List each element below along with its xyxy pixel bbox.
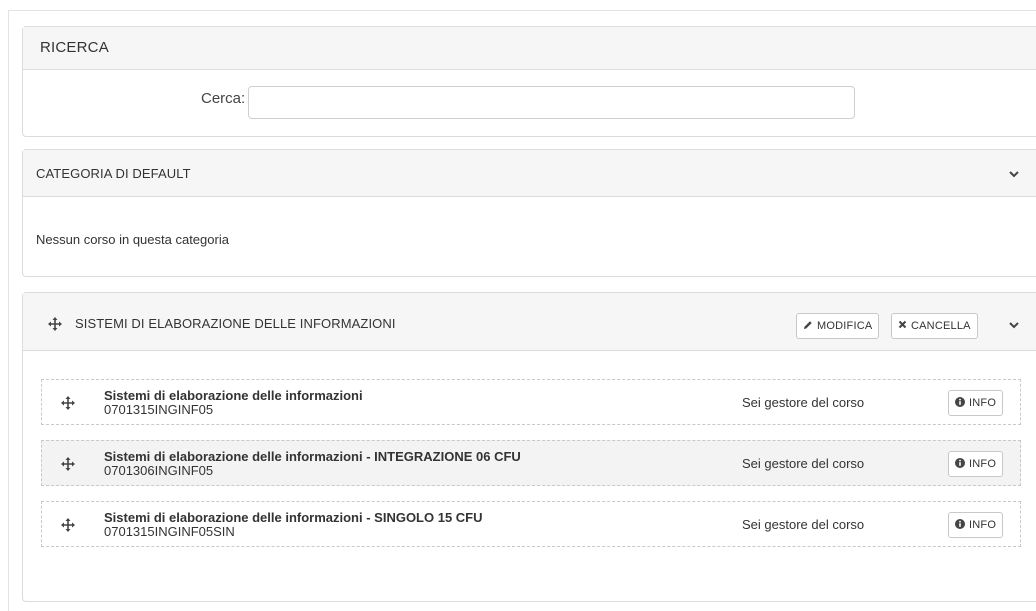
course-row[interactable]: Sistemi di elaborazione delle informazio…	[41, 379, 1021, 425]
course-name[interactable]: Sistemi di elaborazione delle informazio…	[104, 449, 521, 464]
default-category-title: CATEGORIA DI DEFAULT	[36, 166, 191, 181]
empty-category-text: Nessun corso in questa categoria	[36, 232, 229, 247]
info-button[interactable]: INFO	[948, 512, 1004, 538]
search-label: Cerca:	[201, 90, 246, 107]
delete-category-button[interactable]: CANCELLA	[891, 313, 978, 339]
category-header: SISTEMI DI ELABORAZIONE DELLE INFORMAZIO…	[23, 293, 1036, 351]
edit-category-button[interactable]: MODIFICA	[796, 313, 880, 339]
search-input[interactable]	[248, 86, 855, 119]
delete-button-label: CANCELLA	[911, 320, 971, 332]
info-button-label: INFO	[969, 458, 997, 470]
course-code: 0701315INGINF05SIN	[104, 524, 235, 539]
move-icon[interactable]	[60, 395, 76, 411]
course-row[interactable]: Sistemi di elaborazione delle informazio…	[41, 440, 1021, 486]
course-row[interactable]: Sistemi di elaborazione delle informazio…	[41, 501, 1021, 547]
times-icon	[898, 320, 907, 332]
course-code: 0701306INGINF05	[104, 463, 214, 478]
info-button[interactable]: INFO	[948, 390, 1004, 416]
category-panel: SISTEMI DI ELABORAZIONE DELLE INFORMAZIO…	[22, 292, 1036, 602]
info-circle-icon	[955, 396, 965, 410]
move-icon[interactable]	[60, 517, 76, 533]
move-icon[interactable]	[47, 316, 63, 332]
default-category-header[interactable]: CATEGORIA DI DEFAULT	[23, 150, 1036, 197]
default-category-panel: CATEGORIA DI DEFAULT Nessun corso in que…	[22, 149, 1036, 277]
info-circle-icon	[955, 518, 965, 532]
course-name[interactable]: Sistemi di elaborazione delle informazio…	[104, 510, 483, 525]
info-button-label: INFO	[969, 397, 997, 409]
move-icon[interactable]	[60, 456, 76, 472]
course-status: Sei gestore del corso	[742, 517, 865, 532]
course-name[interactable]: Sistemi di elaborazione delle informazio…	[104, 388, 363, 403]
search-panel-header: RICERCA	[23, 27, 1036, 70]
info-button-label: INFO	[969, 519, 997, 531]
info-circle-icon	[955, 457, 965, 471]
chevron-down-icon[interactable]	[1006, 166, 1022, 182]
course-status: Sei gestore del corso	[742, 395, 865, 410]
course-code: 0701315INGINF05	[104, 402, 214, 417]
chevron-down-icon[interactable]	[1006, 317, 1022, 333]
category-title: SISTEMI DI ELABORAZIONE DELLE INFORMAZIO…	[75, 316, 396, 331]
pencil-icon	[803, 320, 813, 333]
search-panel: RICERCA Cerca:	[22, 26, 1036, 137]
course-status: Sei gestore del corso	[742, 456, 865, 471]
search-panel-title: RICERCA	[40, 39, 109, 56]
info-button[interactable]: INFO	[948, 451, 1004, 477]
edit-button-label: MODIFICA	[817, 320, 873, 332]
